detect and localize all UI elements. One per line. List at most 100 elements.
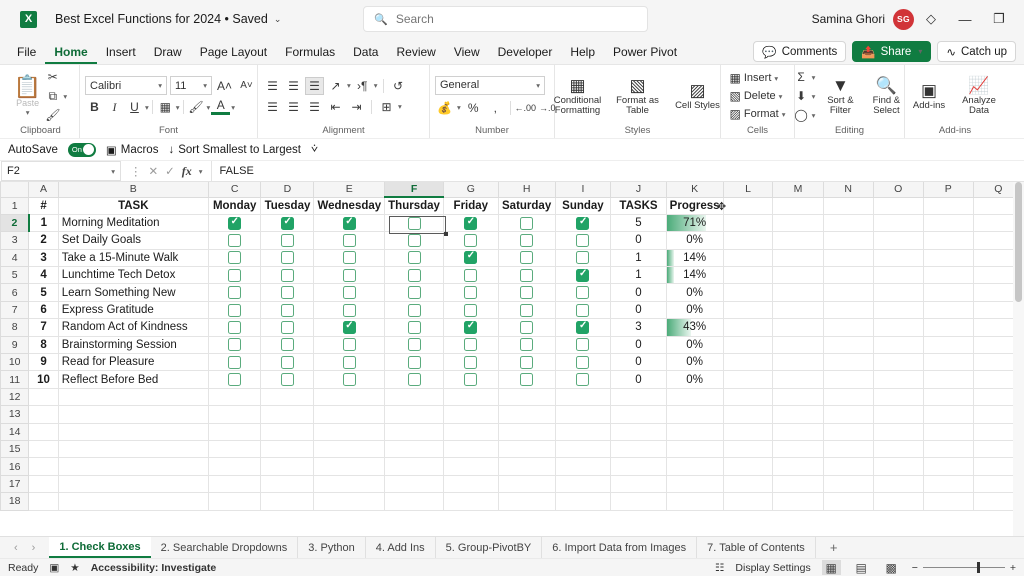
italic-button[interactable]: I	[105, 98, 124, 116]
grid-cell-empty[interactable]	[722, 335, 774, 355]
grid-cell-empty[interactable]	[772, 283, 824, 302]
checkbox-unchecked-icon[interactable]	[228, 268, 242, 282]
tab-formulas[interactable]: Formulas	[276, 40, 344, 64]
grid-cell-empty[interactable]	[57, 439, 209, 459]
grid-cell-checkbox[interactable]	[442, 266, 499, 285]
grid-cell-empty[interactable]	[822, 370, 874, 389]
chevron-down-icon[interactable]: ▾	[63, 92, 67, 101]
grid-cell-empty[interactable]	[722, 213, 774, 233]
number-format-combo[interactable]: General ▾	[435, 75, 545, 95]
borders-icon[interactable]: ▦	[156, 98, 175, 116]
grid-cell-checkbox[interactable]	[384, 248, 444, 268]
grid-cell-empty[interactable]	[822, 300, 874, 320]
chevron-down-icon[interactable]: ▾	[231, 103, 235, 112]
grid-cell-empty[interactable]	[665, 387, 724, 407]
grid-cell-empty[interactable]	[872, 335, 924, 355]
macros-button[interactable]: ▣ Macros	[106, 143, 159, 157]
checkbox-checked-icon[interactable]	[576, 320, 590, 334]
chevron-down-icon[interactable]: ▾	[203, 81, 207, 90]
grid-cell-empty[interactable]	[722, 318, 774, 337]
grid-cell-empty[interactable]	[497, 387, 556, 407]
chevron-down-icon[interactable]: ▾	[207, 103, 211, 112]
grid-cell-checkbox[interactable]	[313, 231, 386, 250]
checkbox-unchecked-icon[interactable]	[576, 286, 590, 300]
checkbox-unchecked-icon[interactable]	[228, 251, 242, 265]
grid-cell-empty[interactable]	[922, 196, 974, 215]
grid-cell-checkbox[interactable]	[207, 266, 262, 285]
sort-filter-button[interactable]: ▼ Sort & Filter	[819, 76, 861, 117]
chevron-down-icon[interactable]: ▾	[918, 47, 922, 56]
page-break-view-button[interactable]: ▩	[882, 560, 901, 575]
tab-home[interactable]: Home	[45, 40, 97, 64]
grid-cell-empty[interactable]	[497, 474, 556, 494]
checkbox-unchecked-icon[interactable]	[407, 286, 421, 300]
tab-power-pivot[interactable]: Power Pivot	[604, 40, 686, 64]
checkbox-unchecked-icon[interactable]	[520, 286, 534, 300]
grid-cell-empty[interactable]	[313, 474, 386, 494]
grid-cell-checkbox[interactable]	[207, 370, 262, 389]
grid-cell-checkbox[interactable]	[260, 335, 315, 355]
chevron-down-icon[interactable]: ▾	[111, 167, 115, 176]
row-header-4[interactable]: 4	[0, 248, 30, 268]
chevron-down-icon[interactable]: ▾	[536, 81, 540, 90]
tab-page-layout[interactable]: Page Layout	[191, 40, 276, 64]
grid-cell-checkbox[interactable]	[260, 370, 315, 389]
grid-header-cell[interactable]: Monday	[207, 196, 262, 215]
increase-indent-text-icon[interactable]: ›¶	[353, 77, 372, 95]
grid-cell-tasks-count[interactable]: 1	[610, 248, 667, 268]
grid-cell-empty[interactable]	[772, 457, 824, 476]
chevron-down-icon[interactable]: ▾	[457, 103, 461, 112]
grid-cell-empty[interactable]	[28, 439, 59, 459]
grid-cell-empty[interactable]	[207, 474, 262, 494]
checkbox-unchecked-icon[interactable]	[407, 303, 421, 317]
grid-cell-index[interactable]: 9	[28, 353, 59, 372]
checkbox-unchecked-icon[interactable]	[576, 233, 590, 247]
grid-cell-empty[interactable]	[57, 492, 209, 511]
grid-cell-index[interactable]: 5	[28, 283, 59, 302]
grid-cell-empty[interactable]	[722, 353, 774, 372]
checkbox-unchecked-icon[interactable]	[576, 303, 590, 317]
share-button[interactable]: 📤 Share ▾	[852, 41, 932, 62]
grid-cell-empty[interactable]	[442, 405, 499, 424]
grid-cell-task[interactable]: Lunchtime Tech Detox	[57, 266, 209, 285]
grid-cell-empty[interactable]	[922, 353, 974, 372]
grid-cell-empty[interactable]	[554, 492, 612, 511]
accessibility-status[interactable]: Accessibility: Investigate	[91, 562, 216, 574]
grid-cell-checkbox[interactable]	[384, 335, 444, 355]
grid-cell-task[interactable]: Take a 15-Minute Walk	[57, 248, 209, 268]
checkbox-unchecked-icon[interactable]	[407, 355, 421, 369]
grid-cell-empty[interactable]	[384, 405, 444, 424]
grid-header-cell[interactable]: TASKS	[610, 196, 667, 215]
grid-cell-progress[interactable]: 0%	[665, 300, 724, 320]
grid-cell-checkbox[interactable]	[554, 335, 612, 355]
column-header-b[interactable]: B	[57, 182, 209, 198]
grid-cell-empty[interactable]	[207, 457, 262, 476]
checkbox-unchecked-icon[interactable]	[576, 251, 590, 265]
row-header-16[interactable]: 16	[0, 457, 30, 476]
grid-cell-empty[interactable]	[772, 335, 824, 355]
minimize-button[interactable]: —	[948, 4, 982, 34]
column-header-n[interactable]: N	[822, 182, 874, 198]
column-header-e[interactable]: E	[313, 182, 386, 198]
grid-cell-checkbox[interactable]	[207, 248, 262, 268]
row-header-15[interactable]: 15	[0, 439, 30, 459]
grid-cell-empty[interactable]	[260, 474, 315, 494]
chevron-down-icon[interactable]: ▾	[26, 108, 30, 117]
page-layout-view-button[interactable]: ▤	[852, 560, 871, 575]
grid-cell-checkbox[interactable]	[260, 353, 315, 372]
grid-cell-empty[interactable]	[497, 439, 556, 459]
diamond-icon[interactable]: ◇	[914, 4, 948, 34]
grid-cell-progress[interactable]: 71%	[665, 213, 724, 233]
format-as-table-button[interactable]: ▧ Format as Table	[611, 76, 665, 117]
row-header-10[interactable]: 10	[0, 353, 30, 372]
grid-cell-empty[interactable]	[872, 439, 924, 459]
grid-cell-task[interactable]: Learn Something New	[57, 283, 209, 302]
checkbox-unchecked-icon[interactable]	[407, 373, 421, 387]
grid-cell-checkbox[interactable]	[207, 300, 262, 320]
tab-draw[interactable]: Draw	[145, 40, 191, 64]
grid-cell-checkbox[interactable]	[554, 283, 612, 302]
scrollbar-thumb[interactable]	[1015, 182, 1022, 302]
grid-cell-empty[interactable]	[722, 248, 774, 268]
normal-view-button[interactable]: ▦	[821, 560, 841, 575]
analyze-data-button[interactable]: 📈 Analyze Data	[957, 76, 1001, 117]
